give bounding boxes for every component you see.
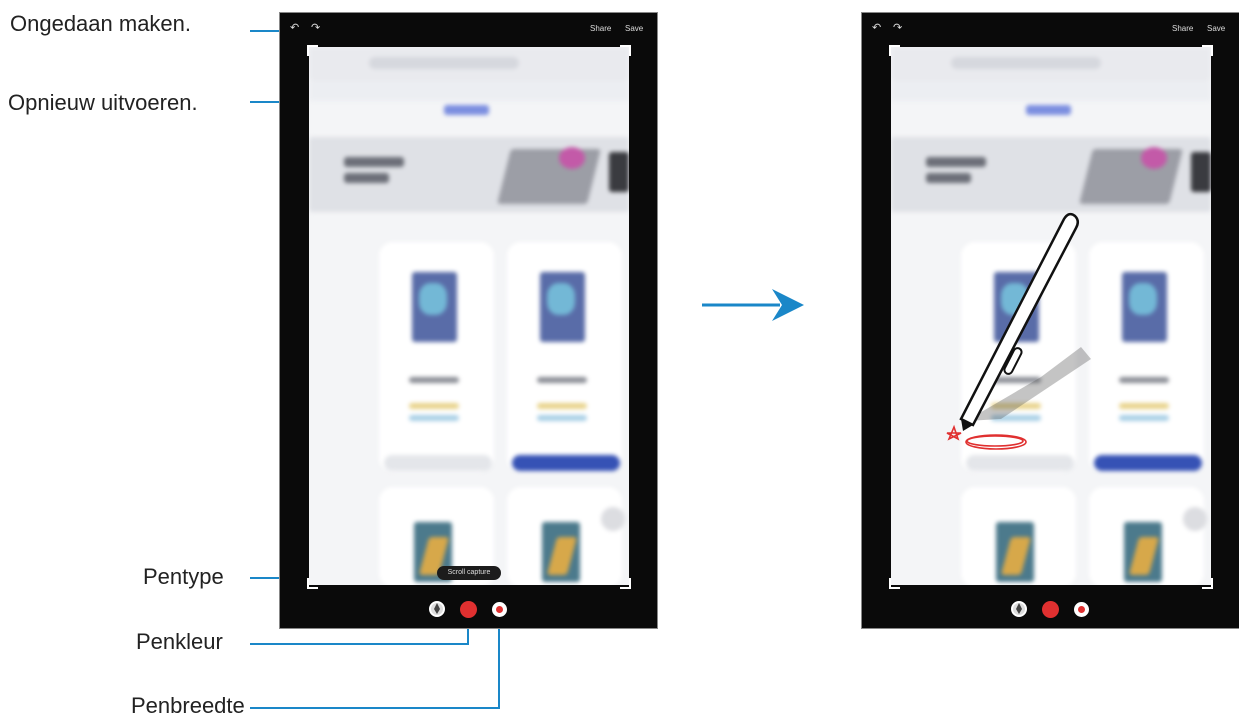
crop-handle-bl[interactable] (307, 578, 318, 589)
pen-color-callout-line (250, 643, 469, 645)
redo-icon[interactable]: ↷ (311, 21, 320, 34)
pen-width-callout-line-vertical (498, 621, 500, 709)
device-before: ↶ ↷ Share Save Scroll capture (279, 12, 658, 629)
pen-nib-icon-2 (1016, 603, 1022, 614)
redo-icon-2[interactable]: ↷ (893, 21, 902, 34)
crop-handle-br-2[interactable] (1202, 578, 1213, 589)
pen-type-button[interactable] (429, 601, 445, 617)
pen-color-button-2[interactable] (1042, 601, 1059, 618)
pen-type-callout-label: Pentype (143, 564, 224, 589)
arrow-icon (702, 289, 804, 321)
pen-color-callout-label: Penkleur (136, 629, 223, 654)
save-button[interactable]: Save (625, 24, 643, 33)
captured-screen: Scroll capture (309, 47, 629, 585)
pen-width-button-2[interactable] (1074, 602, 1089, 617)
red-scribble-icon (946, 424, 1027, 450)
crop-handle-tr[interactable] (620, 45, 631, 56)
crop-handle-br[interactable] (620, 578, 631, 589)
pen-type-button-2[interactable] (1011, 601, 1027, 617)
scroll-capture-button[interactable]: Scroll capture (437, 566, 501, 580)
pen-width-dot (496, 606, 503, 613)
share-button-2[interactable]: Share (1172, 24, 1193, 33)
pen-width-button[interactable] (492, 602, 507, 617)
pen-width-callout-label: Penbreedte (131, 693, 245, 718)
pen-color-button[interactable] (460, 601, 477, 618)
crop-handle-tl[interactable] (307, 45, 318, 56)
crop-handle-tl-2[interactable] (889, 45, 900, 56)
crop-handle-bl-2[interactable] (889, 578, 900, 589)
undo-icon-2[interactable]: ↶ (872, 21, 881, 34)
device-after: ↶ ↷ Share Save (861, 12, 1239, 629)
crop-handle-tr-2[interactable] (1202, 45, 1213, 56)
undo-icon[interactable]: ↶ (290, 21, 299, 34)
pen-width-callout-line (250, 707, 500, 709)
redo-callout-label: Opnieuw uitvoeren. (8, 90, 198, 115)
pen-width-dot-2 (1078, 606, 1085, 613)
share-button[interactable]: Share (590, 24, 611, 33)
captured-screen-2 (891, 47, 1211, 585)
undo-callout-label: Ongedaan maken. (10, 11, 192, 36)
s-pen-drawing (946, 212, 1091, 450)
pen-nib-icon (434, 603, 440, 614)
blurred-web-content (309, 47, 629, 585)
save-button-2[interactable]: Save (1207, 24, 1225, 33)
